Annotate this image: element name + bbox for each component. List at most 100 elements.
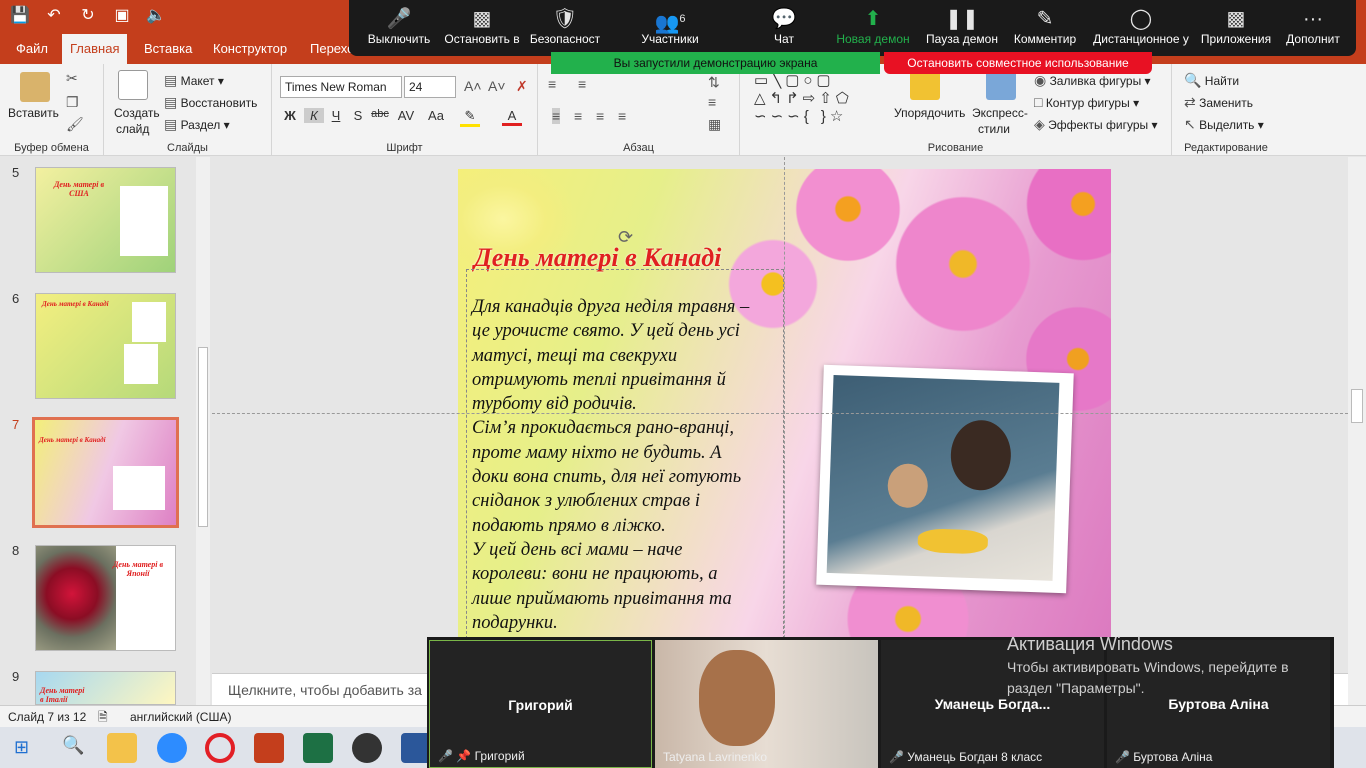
spacing-icon[interactable]: AV — [396, 108, 416, 123]
slide-thumbnail[interactable]: День матері в Японії — [35, 545, 176, 651]
strikethrough-icon[interactable]: abc — [370, 108, 390, 120]
section-button[interactable]: ▤ Раздел ▾ — [164, 116, 230, 133]
shape-effects-button[interactable]: ◈ Эффекты фигуры ▾ — [1034, 116, 1158, 133]
tab-insert[interactable]: Вставка — [136, 34, 200, 64]
copy-icon[interactable]: ❐ — [66, 94, 79, 111]
underline-icon[interactable]: Ч — [326, 108, 346, 123]
arrange-button[interactable]: Упорядочить — [894, 106, 965, 120]
drawing-group: ▭╲▢○▢ △↰↱⇨⇧⬠ ∽∽∽{ }☆ Упорядочить Экспресс-… — [740, 64, 1172, 156]
zoom-participants-button[interactable]: 👥6 Участники — [633, 6, 707, 46]
reset-button[interactable]: ▤ Восстановить — [164, 94, 257, 111]
font-name-select[interactable]: Times New Roman — [280, 76, 402, 98]
align-right-icon[interactable]: ≡ — [596, 108, 604, 124]
excel-icon[interactable] — [303, 733, 333, 763]
tab-home[interactable]: Главная — [62, 34, 128, 64]
text-direction-icon[interactable]: ⇅ — [708, 74, 720, 91]
numbering-icon[interactable]: ≡ — [578, 76, 586, 92]
zoom-icon[interactable] — [157, 733, 187, 763]
thumbnail-title: День матері в Канаді — [42, 300, 109, 308]
bullets-icon[interactable]: ≡ — [548, 76, 556, 92]
grow-font-icon[interactable]: A˄ — [464, 78, 482, 94]
rotate-handle-icon[interactable]: ⟳ — [618, 227, 633, 248]
paste-button[interactable]: Вставить — [8, 106, 59, 120]
font-color-icon[interactable]: A — [502, 108, 522, 126]
zoom-pause-share-button[interactable]: ❚❚ Пауза демон — [923, 6, 1001, 46]
align-left-icon[interactable]: ≡ — [552, 108, 561, 124]
editor-scrollbar[interactable] — [1348, 157, 1366, 705]
arrange-icon[interactable] — [910, 70, 940, 100]
zoom-apps-button[interactable]: ▩ Приложения — [1199, 6, 1273, 46]
slide-thumbnail[interactable]: День матері в США — [35, 167, 176, 273]
find-button[interactable]: 🔍 Найти — [1184, 72, 1239, 89]
video-tile[interactable]: Tatyana Lavrinenko — [655, 640, 878, 768]
bold-icon[interactable]: Ж — [280, 108, 300, 123]
justify-icon[interactable]: ≡ — [618, 108, 626, 124]
zoom-annotate-button[interactable]: ✎ Комментир — [1009, 6, 1081, 46]
paste-icon[interactable] — [20, 72, 50, 102]
case-icon[interactable]: Aa — [426, 108, 446, 123]
horizontal-guide — [212, 413, 1348, 414]
slide-body-text[interactable]: Для канадців друга неділя травня – це ур… — [472, 295, 782, 635]
redo-icon[interactable]: ↻ — [78, 6, 98, 26]
zoom-video-button[interactable]: ▩ Остановить в — [441, 6, 523, 46]
new-slide-button[interactable]: Создать — [114, 106, 160, 120]
spellcheck-icon[interactable]: 🗎 — [98, 706, 108, 728]
zoom-security-button[interactable]: 🛡 Безопасност — [529, 6, 601, 46]
shadow-icon[interactable]: S — [348, 108, 368, 123]
tab-file[interactable]: Файл — [8, 34, 56, 64]
align-text-icon[interactable]: ≡ — [708, 94, 716, 110]
align-center-icon[interactable]: ≡ — [574, 108, 582, 124]
audio-icon[interactable]: 🔈 — [146, 6, 166, 26]
stop-share-button[interactable]: Остановить совместное использование — [884, 52, 1152, 74]
shape-outline-button[interactable]: □ Контур фигуры ▾ — [1034, 94, 1139, 110]
zoom-new-share-button[interactable]: ⬆ Новая демон — [835, 6, 911, 46]
quick-styles-button-line2[interactable]: стили — [978, 122, 1010, 136]
present-icon[interactable]: ▣ — [112, 6, 132, 26]
slide-thumbnail[interactable]: День матері в Італії — [35, 671, 176, 705]
notes-placeholder[interactable]: Щелкните, чтобы добавить за — [228, 682, 422, 698]
explorer-icon[interactable] — [107, 733, 137, 763]
italic-icon[interactable]: К — [304, 108, 324, 123]
slide-thumbnail-pane[interactable]: 5 День матері в США 6 День матері в Кана… — [0, 157, 212, 705]
language-indicator[interactable]: английский (США) — [130, 706, 231, 728]
undo-icon[interactable]: ↶ — [44, 6, 64, 26]
powerpoint-icon[interactable] — [254, 733, 284, 763]
shapes-gallery[interactable]: ▭╲▢○▢ △↰↱⇨⇧⬠ ∽∽∽{ }☆ — [754, 72, 890, 128]
quick-styles-icon[interactable] — [986, 70, 1016, 100]
zoom-more-button[interactable]: ··· Дополнит — [1279, 6, 1347, 46]
slide-thumbnail[interactable]: День матері в Канаді — [35, 293, 176, 399]
new-slide-icon[interactable] — [118, 70, 148, 100]
save-icon[interactable]: 💾 — [10, 6, 30, 26]
editor-scroll-thumb[interactable] — [1351, 389, 1363, 423]
layout-button[interactable]: ▤ Макет ▾ — [164, 72, 224, 89]
chat-icon: 💬 — [771, 8, 797, 30]
participant-caption: 🎤 Уманець Богдан 8 класс — [889, 750, 1042, 764]
slide-photo[interactable] — [816, 364, 1074, 594]
search-icon[interactable]: 🔍 — [62, 735, 84, 756]
shape-fill-button[interactable]: ◉ Заливка фигуры ▾ — [1034, 72, 1151, 89]
replace-button[interactable]: ⇄ Заменить — [1184, 94, 1253, 111]
media-icon[interactable] — [352, 733, 382, 763]
slide-thumbnail-selected[interactable]: День матері в Канаді — [32, 417, 179, 528]
thumbnail-scroll-thumb[interactable] — [198, 347, 208, 527]
zoom-remote-control-button[interactable]: ◯ Дистанционное у — [1089, 6, 1193, 46]
windows-icon[interactable]: ⊞ — [14, 737, 29, 758]
cut-icon[interactable]: ✂ — [66, 70, 78, 87]
video-icon: ▩ — [472, 8, 492, 30]
font-size-select[interactable]: 24 — [404, 76, 456, 98]
new-slide-button-line2[interactable]: слайд — [116, 122, 149, 136]
video-tile[interactable]: Григорий 🎤 📌 Григорий — [429, 640, 652, 768]
opera-icon[interactable] — [205, 733, 235, 763]
clear-format-icon[interactable]: ✗ — [516, 78, 528, 95]
smartart-icon[interactable]: ▦ — [708, 116, 721, 133]
shrink-font-icon[interactable]: A˅ — [488, 78, 506, 94]
quick-styles-button[interactable]: Экспресс- — [972, 106, 1028, 120]
select-button[interactable]: ↖ Выделить ▾ — [1184, 116, 1264, 133]
zoom-chat-button[interactable]: 💬 Чат — [759, 6, 809, 46]
slide-editor[interactable]: День матері в Канаді ⟳ Для канадців друг… — [212, 157, 1348, 673]
zoom-mute-button[interactable]: 🎤 Выключить — [359, 6, 439, 46]
thumbnail-scrollbar[interactable] — [196, 157, 210, 705]
format-painter-icon[interactable]: 🖌 — [66, 116, 84, 133]
tab-design[interactable]: Конструктор — [205, 34, 295, 64]
highlight-icon[interactable]: ✎ — [460, 108, 480, 127]
